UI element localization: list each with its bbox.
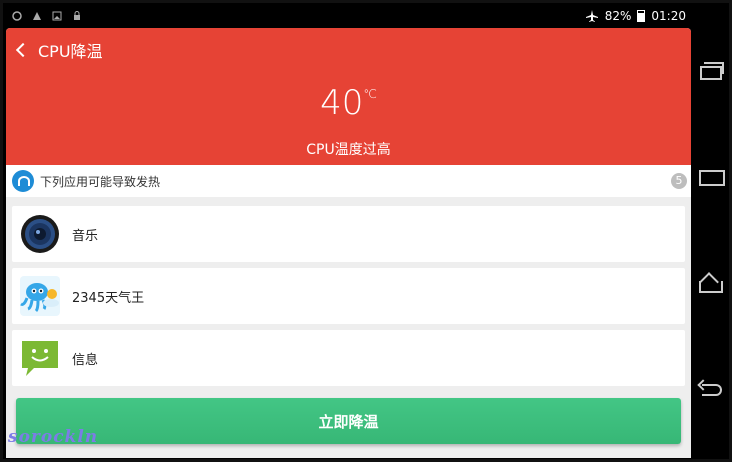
app-list: 音乐 2345天气王 信息 — [12, 206, 685, 392]
cool-down-button[interactable]: 立即降温 — [16, 398, 681, 444]
image-icon — [52, 11, 62, 21]
temperature-message: CPU温度过高 — [306, 142, 391, 158]
app-name: 2345天气王 — [72, 290, 145, 306]
weather-octopus-icon — [20, 276, 60, 316]
list-item-weather[interactable]: 2345天气王 — [12, 268, 685, 324]
recent-apps-icon[interactable] — [696, 58, 724, 86]
temperature-unit: ℃ — [363, 87, 377, 101]
heat-apps-header: 下列应用可能导致发热 5 — [6, 165, 691, 197]
android-nav-bar — [692, 4, 728, 458]
page-title: CPU降温 — [38, 42, 103, 61]
app-name: 信息 — [72, 352, 99, 368]
temperature-value: 40 — [320, 83, 364, 123]
temperature-display: 40℃ — [6, 86, 691, 120]
screenshot-icon[interactable] — [696, 162, 725, 190]
app-window: CPU降温 40℃ CPU温度过高 下列应用可能导致发热 5 音乐 2345天气… — [6, 28, 691, 458]
status-bar: 82% 01:20 — [4, 4, 692, 28]
airplane-icon — [585, 10, 598, 22]
speaker-icon — [21, 215, 59, 253]
chevron-left-icon — [15, 42, 31, 58]
lock-icon — [74, 11, 80, 20]
app-name: 音乐 — [72, 228, 99, 244]
heat-apps-label: 下列应用可能导致发热 — [40, 174, 161, 189]
settings-icon — [12, 11, 22, 21]
watermark: sorockln — [8, 427, 99, 447]
notification-icon — [33, 12, 41, 20]
thermometer-icon — [12, 170, 34, 192]
battery-percentage: 82% — [604, 9, 632, 23]
app-count-badge: 5 — [671, 173, 687, 189]
list-item-music[interactable]: 音乐 — [12, 206, 685, 262]
message-icon — [22, 341, 58, 376]
clock: 01:20 — [651, 9, 686, 23]
list-item-messages[interactable]: 信息 — [12, 330, 685, 386]
back-button[interactable]: CPU降温 — [15, 38, 103, 62]
back-icon[interactable] — [696, 372, 724, 400]
battery-icon — [637, 10, 646, 22]
home-icon[interactable] — [696, 272, 724, 300]
header: CPU降温 40℃ CPU温度过高 — [6, 28, 691, 165]
